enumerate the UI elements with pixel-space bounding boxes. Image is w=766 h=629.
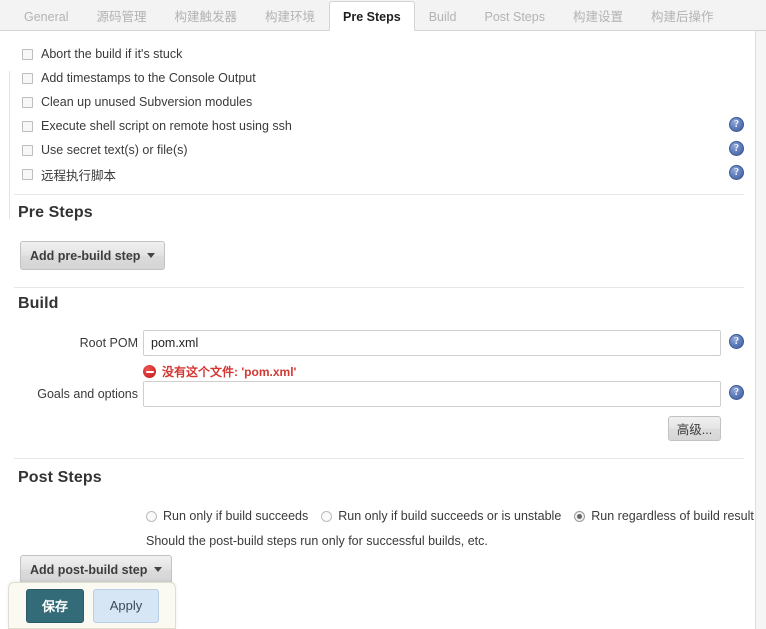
jenkins-job-config-page: General 源码管理 构建触发器 构建环境 Pre Steps Build …: [0, 0, 766, 629]
divider-above-build: [14, 287, 744, 288]
radio-succeeds-or-unstable[interactable]: [321, 510, 333, 522]
checkbox-label-secret-text: Use secret text(s) or file(s): [41, 143, 188, 157]
save-button[interactable]: 保存: [26, 588, 84, 623]
checkbox-label-abort-stuck: Abort the build if it's stuck: [41, 47, 183, 61]
post-steps-run-condition-group: Run only if build succeeds Run only if b…: [146, 509, 766, 523]
radio-regardless[interactable]: [574, 510, 586, 522]
tab-pre-steps[interactable]: Pre Steps: [329, 1, 415, 31]
radio-label-regardless: Run regardless of build result: [591, 509, 754, 523]
tab-general[interactable]: General: [10, 1, 82, 31]
radio-label-succeeds-or-unstable: Run only if build succeeds or is unstabl…: [338, 509, 562, 523]
checkbox-label-remote-script: 远程执行脚本: [41, 168, 117, 183]
tab-build-settings[interactable]: 构建设置: [559, 1, 637, 31]
checkbox-label-ssh-shell: Execute shell script on remote host usin…: [41, 119, 292, 133]
checkbox-label-clean-svn: Clean up unused Subversion modules: [41, 95, 253, 109]
root-pom-input[interactable]: [143, 330, 721, 356]
checkbox-label-timestamps: Add timestamps to the Console Output: [41, 71, 256, 85]
checkbox-row-remote-script[interactable]: 远程执行脚本: [22, 165, 116, 183]
checkbox-row-ssh-shell[interactable]: Execute shell script on remote host usin…: [22, 117, 292, 135]
help-icon-goals[interactable]: ?: [729, 385, 744, 400]
help-icon-root-pom[interactable]: ?: [729, 334, 744, 349]
post-steps-hint: Should the post-build steps run only for…: [146, 534, 488, 548]
heading-post-steps: Post Steps: [18, 469, 102, 486]
divider-above-pre-steps: [14, 194, 744, 195]
tab-build-env[interactable]: 构建环境: [251, 1, 329, 31]
checkbox-row-clean-svn[interactable]: Clean up unused Subversion modules: [22, 93, 252, 111]
add-post-build-step-button[interactable]: Add post-build step: [20, 555, 173, 584]
apply-button[interactable]: Apply: [93, 588, 159, 623]
checkbox-timestamps[interactable]: [22, 72, 33, 84]
floating-save-bar: 保存 Apply: [8, 582, 176, 629]
checkbox-secret-text[interactable]: [22, 144, 33, 156]
tab-build-triggers[interactable]: 构建触发器: [161, 1, 252, 31]
label-root-pom: Root POM: [79, 336, 138, 350]
root-pom-error-text: 没有这个文件: 'pom.xml': [162, 365, 297, 379]
divider-above-post-steps: [14, 458, 744, 459]
label-goals-and-options: Goals and options: [37, 387, 138, 401]
add-pre-build-step-label: Add pre-build step: [30, 248, 141, 263]
config-content-pane: Abort the build if it's stuck Add timest…: [0, 31, 756, 629]
radio-item-succeeds-or-unstable[interactable]: Run only if build succeeds or is unstabl…: [321, 509, 561, 523]
chevron-down-icon-post: [154, 567, 163, 572]
advanced-button[interactable]: 高级...: [668, 416, 721, 441]
checkbox-ssh-shell[interactable]: [22, 120, 33, 132]
checkbox-row-timestamps[interactable]: Add timestamps to the Console Output: [22, 69, 256, 87]
checkbox-row-abort-stuck[interactable]: Abort the build if it's stuck: [22, 45, 182, 63]
tab-build[interactable]: Build: [415, 1, 471, 31]
tab-post-steps[interactable]: Post Steps: [471, 1, 559, 31]
add-pre-build-step-button[interactable]: Add pre-build step: [20, 241, 166, 270]
radio-label-succeeds: Run only if build succeeds: [163, 509, 309, 523]
help-icon-remote-script[interactable]: ?: [729, 165, 744, 180]
config-tab-bar: General 源码管理 构建触发器 构建环境 Pre Steps Build …: [0, 0, 766, 31]
tab-post-build-actions[interactable]: 构建后操作: [637, 1, 728, 31]
root-pom-error: 没有这个文件: 'pom.xml': [143, 363, 296, 380]
checkbox-remote-script[interactable]: [22, 168, 33, 180]
section-left-rule: [9, 71, 10, 219]
add-post-build-step-label: Add post-build step: [30, 562, 148, 577]
error-icon: [143, 365, 156, 378]
radio-item-succeeds[interactable]: Run only if build succeeds: [146, 509, 308, 523]
chevron-down-icon: [147, 253, 156, 258]
goals-and-options-input[interactable]: [143, 381, 721, 407]
help-icon-secret-text[interactable]: ?: [729, 141, 744, 156]
heading-build: Build: [18, 295, 59, 312]
radio-succeeds[interactable]: [146, 510, 157, 522]
radio-item-regardless[interactable]: Run regardless of build result: [574, 509, 754, 523]
heading-pre-steps: Pre Steps: [18, 204, 93, 221]
tab-scm[interactable]: 源码管理: [82, 1, 160, 31]
checkbox-row-secret-text[interactable]: Use secret text(s) or file(s): [22, 141, 188, 159]
checkbox-abort-stuck[interactable]: [22, 48, 33, 60]
help-icon-ssh-shell[interactable]: ?: [729, 117, 744, 132]
checkbox-clean-svn[interactable]: [22, 96, 33, 108]
